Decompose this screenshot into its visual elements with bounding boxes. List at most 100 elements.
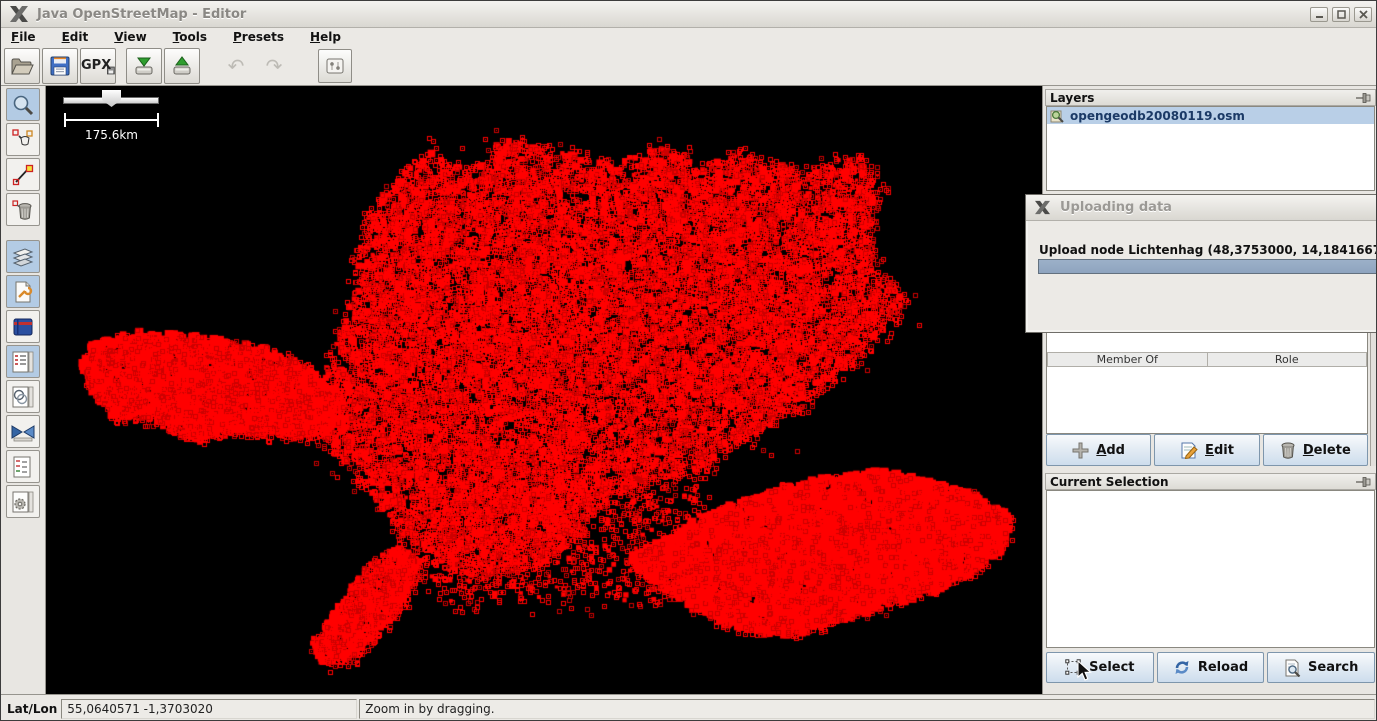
- x11-logo-icon: [9, 5, 29, 23]
- draw-node-button[interactable]: [6, 158, 40, 191]
- selection-list-dialog-toggle[interactable]: [6, 345, 40, 378]
- selection-buttons: Select Reload Search: [1046, 652, 1375, 683]
- command-list-icon: [11, 455, 35, 479]
- membership-buttons: Add Edit Delete: [1046, 434, 1368, 466]
- opposing-arrows-icon: [10, 420, 36, 444]
- close-button[interactable]: [1354, 7, 1372, 22]
- gear-page-icon: [11, 490, 35, 514]
- reload-button-label: Reload: [1198, 660, 1248, 675]
- latlon-value: 55,0640571 -1,3703020: [61, 699, 357, 719]
- command-stack-dialog-toggle[interactable]: [6, 450, 40, 483]
- menu-help[interactable]: Help: [310, 30, 341, 44]
- reload-button[interactable]: Reload: [1157, 652, 1265, 683]
- download-data-button[interactable]: [126, 48, 162, 84]
- maximize-button[interactable]: [1332, 7, 1350, 22]
- select-button-label: Select: [1089, 660, 1134, 675]
- menu-file[interactable]: File: [11, 30, 36, 44]
- statusbar-hint: Zoom in by dragging.: [359, 699, 1375, 719]
- josm-window: Java OpenStreetMap - Editor File Edit Vi…: [0, 0, 1377, 721]
- edit-button-label: Edit: [1205, 443, 1234, 458]
- select-button[interactable]: Select: [1046, 652, 1154, 683]
- magnifier-icon: [11, 93, 35, 117]
- latlon-label: Lat/Lon: [7, 702, 57, 716]
- pin-icon[interactable]: [1356, 92, 1372, 104]
- edit-button[interactable]: Edit: [1154, 434, 1259, 466]
- gpx-icon: GPX: [81, 58, 111, 73]
- upload-dialog: Uploading data Upload node Lichtenhag (4…: [1025, 194, 1377, 333]
- minimize-button[interactable]: [1310, 7, 1328, 22]
- edit-pencil-icon: [1180, 442, 1198, 459]
- layer-name: opengeodb20080119.osm: [1070, 109, 1245, 123]
- save-button[interactable]: [42, 48, 78, 84]
- layer-row[interactable]: opengeodb20080119.osm: [1047, 107, 1374, 124]
- filter-dialog-toggle[interactable]: [6, 485, 40, 518]
- draw-line-icon: [11, 163, 35, 187]
- selection-panel-title: Current Selection: [1050, 475, 1169, 489]
- overlapping-circles-icon: [11, 385, 35, 409]
- move-mode-button[interactable]: [6, 123, 40, 156]
- plus-icon: [1072, 442, 1089, 459]
- scale-label: 175.6km: [64, 128, 159, 142]
- map-view[interactable]: 175.6km: [46, 86, 1042, 694]
- column-member-of[interactable]: Member Of: [1047, 352, 1208, 367]
- column-role[interactable]: Role: [1208, 352, 1368, 367]
- search-button-label: Search: [1308, 660, 1358, 675]
- export-gpx-button[interactable]: GPX: [80, 48, 116, 84]
- layers-panel-header: Layers: [1045, 89, 1376, 106]
- move-nodes-icon: [11, 128, 35, 152]
- upload-icon: [170, 55, 194, 77]
- undo-icon: ↶: [228, 54, 245, 78]
- osm-layer-icon: [1050, 109, 1065, 123]
- window-title: Java OpenStreetMap - Editor: [37, 7, 246, 22]
- search-icon: [1284, 659, 1301, 677]
- zoom-mode-button[interactable]: [6, 88, 40, 121]
- layers-panel-title: Layers: [1050, 91, 1094, 105]
- tool-palette: [1, 86, 46, 694]
- add-button-label: Add: [1096, 443, 1125, 458]
- layers-icon: [11, 245, 35, 269]
- pin-icon[interactable]: [1356, 476, 1372, 488]
- undo-button[interactable]: ↶: [218, 48, 254, 84]
- search-button[interactable]: Search: [1267, 652, 1375, 683]
- layers-list[interactable]: opengeodb20080119.osm: [1046, 106, 1375, 191]
- upload-status-message: Upload node Lichtenhag (48,3753000, 14,1…: [1039, 243, 1377, 257]
- properties-icon: [11, 280, 35, 304]
- trash-icon: [1280, 442, 1296, 459]
- minimize-icon: [1315, 10, 1324, 19]
- mouse-cursor: [1077, 660, 1093, 682]
- merge-conflict-button[interactable]: [6, 415, 40, 448]
- titlebar[interactable]: Java OpenStreetMap - Editor: [1, 1, 1377, 28]
- add-button[interactable]: Add: [1046, 434, 1151, 466]
- properties-dialog-toggle[interactable]: [6, 275, 40, 308]
- open-file-button[interactable]: [4, 48, 40, 84]
- menu-tools[interactable]: Tools: [173, 30, 207, 44]
- redo-icon: ↷: [266, 54, 283, 78]
- map-canvas[interactable]: [46, 86, 1042, 694]
- toolbar: GPX ↶ ↷: [1, 46, 1377, 86]
- download-icon: [132, 55, 156, 77]
- delete-mode-button[interactable]: [6, 193, 40, 226]
- status-bar: Lat/Lon 55,0640571 -1,3703020 Zoom in by…: [1, 694, 1377, 721]
- upload-progress-fill: [1039, 260, 1377, 273]
- selection-panel-header: Current Selection: [1045, 473, 1376, 490]
- menu-view[interactable]: View: [114, 30, 146, 44]
- relations-dialog-toggle[interactable]: [6, 380, 40, 413]
- maximize-icon: [1337, 10, 1346, 19]
- upload-data-button[interactable]: [164, 48, 200, 84]
- delete-button-label: Delete: [1303, 443, 1351, 458]
- trash-node-icon: [11, 198, 35, 222]
- preferences-button[interactable]: [318, 49, 352, 83]
- menubar: File Edit View Tools Presets Help: [1, 28, 1377, 46]
- redo-button[interactable]: ↷: [256, 48, 292, 84]
- layers-dialog-toggle[interactable]: [6, 240, 40, 273]
- delete-button[interactable]: Delete: [1263, 434, 1368, 466]
- selection-list-icon: [11, 350, 35, 374]
- scale-bar: [64, 113, 159, 127]
- selection-list[interactable]: [1046, 490, 1375, 648]
- conflict-dialog-toggle[interactable]: [6, 310, 40, 343]
- menu-edit[interactable]: Edit: [62, 30, 89, 44]
- open-folder-icon: [10, 55, 34, 77]
- upload-progress-bar: [1038, 259, 1377, 274]
- upload-dialog-titlebar[interactable]: Uploading data: [1026, 195, 1377, 221]
- menu-presets[interactable]: Presets: [233, 30, 284, 44]
